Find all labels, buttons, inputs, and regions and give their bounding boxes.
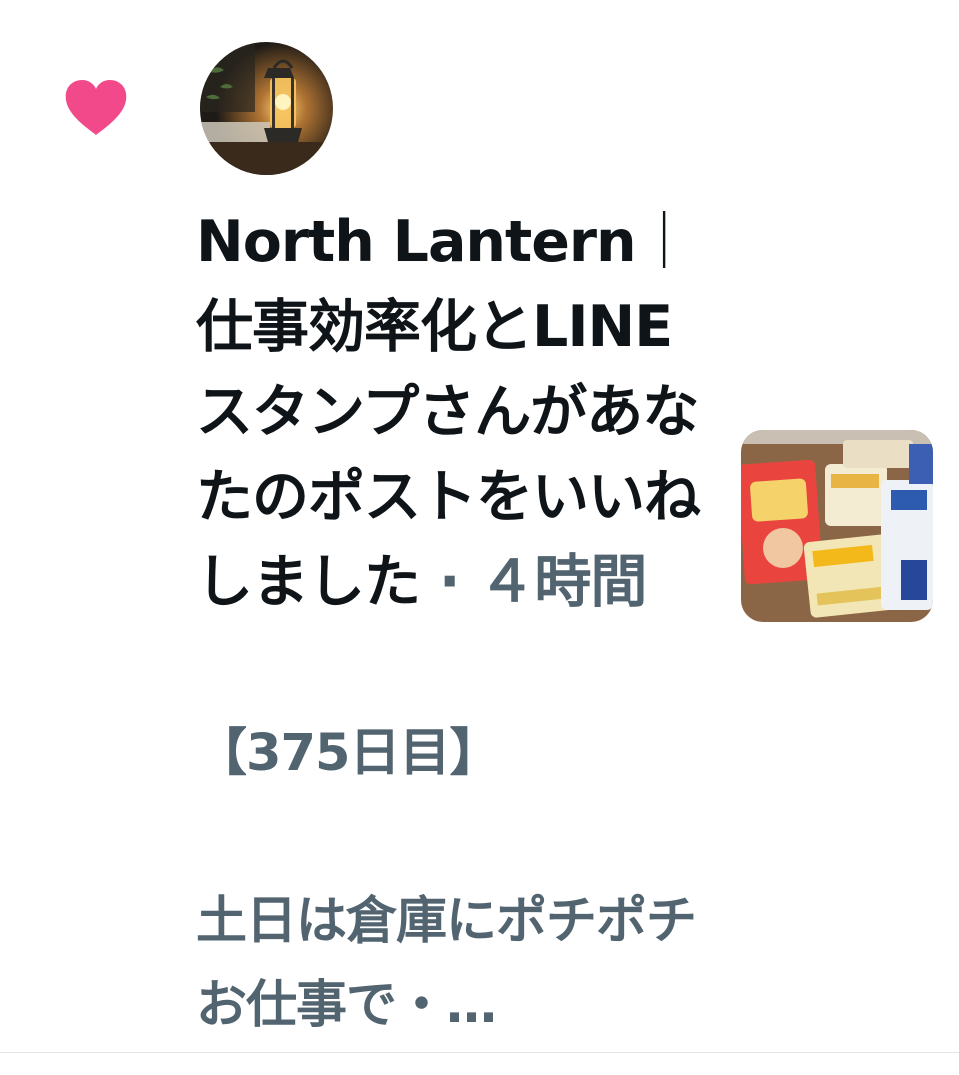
notification-text: North Lantern｜仕事効率化とLINE スタンプさんがあなたのポストを… [196,200,706,625]
actor-separator: ｜ [635,209,693,275]
actor-name[interactable]: North Lantern [196,209,637,275]
divider [0,1052,959,1053]
timestamp: ４時間 [478,549,647,615]
heart-icon [65,80,127,135]
like-notification[interactable]: North Lantern｜仕事効率化とLINE スタンプさんがあなたのポストを… [0,0,959,1052]
post-thumbnail[interactable] [741,430,933,622]
dot-separator: · [438,549,461,615]
avatar[interactable] [200,42,333,175]
post-preview-line2: 土日は倉庫にポチポチお仕事で・… [196,892,697,1035]
post-preview-line1: 【375日目】 [196,724,500,783]
post-preview[interactable]: 【375日目】土日は倉庫にポチポチお仕事で・… [196,712,716,1048]
